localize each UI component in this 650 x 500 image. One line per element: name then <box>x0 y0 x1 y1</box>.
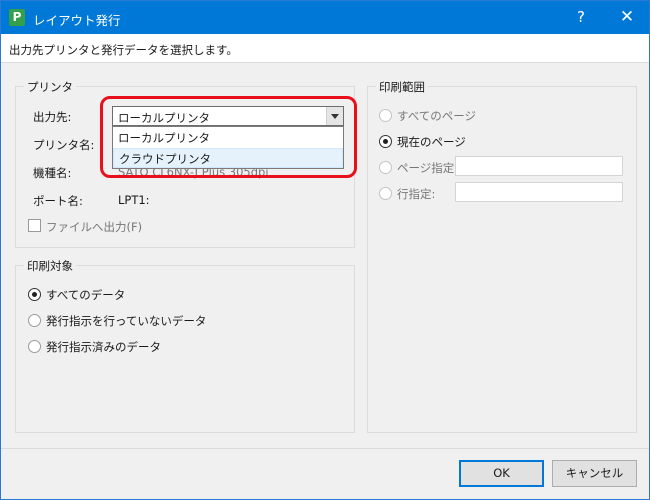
row-range-input[interactable] <box>455 182 623 202</box>
print-range-group-title: 印刷範囲 <box>376 79 428 95</box>
radio-page-range[interactable] <box>379 161 392 174</box>
page-range-input[interactable] <box>455 156 623 176</box>
radio-row-range[interactable] <box>379 187 392 200</box>
app-icon: P <box>9 9 25 26</box>
radio-all-data[interactable] <box>28 288 41 301</box>
radio-all-pages[interactable] <box>379 109 392 122</box>
button-bar: OK キャンセル <box>1 448 649 499</box>
radio-unissued-data[interactable] <box>28 314 41 327</box>
port-name-label: ポート名: <box>33 194 83 208</box>
radio-row-range-label: 行指定: <box>397 187 436 201</box>
window-title: レイアウト発行 <box>33 13 121 28</box>
radio-unissued-data-label: 発行指示を行っていないデータ <box>46 314 207 328</box>
radio-current-page[interactable] <box>379 135 392 148</box>
printer-name-label: プリンタ名: <box>33 138 95 152</box>
port-name-value: LPT1: <box>118 193 150 207</box>
file-output-label: ファイルへ出力(F) <box>46 220 143 234</box>
close-button[interactable]: ✕ <box>605 1 649 34</box>
printer-group-title: プリンタ <box>24 79 76 95</box>
help-button[interactable]: ? <box>559 1 603 34</box>
file-output-checkbox[interactable] <box>28 219 41 232</box>
dialog-window: P レイアウト発行 ? ✕ 出力先プリンタと発行データを選択します。 プリンタ … <box>0 0 650 500</box>
output-destination-label: 出力先: <box>33 110 72 124</box>
print-target-group-title: 印刷対象 <box>24 258 76 274</box>
radio-all-data-label: すべてのデータ <box>46 288 126 302</box>
radio-issued-data[interactable] <box>28 340 41 353</box>
cancel-button[interactable]: キャンセル <box>552 460 637 487</box>
radio-page-range-label: ページ指定: <box>397 161 459 175</box>
instruction-bar: 出力先プリンタと発行データを選択します。 <box>1 34 649 63</box>
radio-issued-data-label: 発行指示済みのデータ <box>46 340 161 354</box>
highlight-annotation <box>100 96 357 178</box>
instruction-text: 出力先プリンタと発行データを選択します。 <box>9 43 238 57</box>
title-bar: P レイアウト発行 ? ✕ <box>1 1 649 34</box>
radio-current-page-label: 現在のページ <box>397 135 466 149</box>
radio-all-pages-label: すべてのページ <box>397 109 477 123</box>
ok-button[interactable]: OK <box>459 460 544 487</box>
model-name-label: 機種名: <box>33 166 72 180</box>
